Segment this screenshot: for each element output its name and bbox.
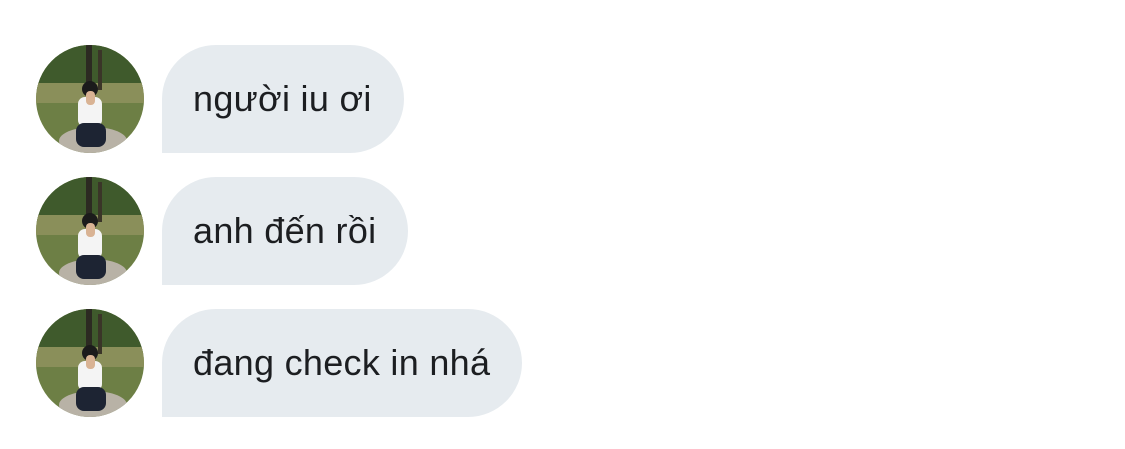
message-bubble[interactable]: anh đến rồi	[162, 177, 409, 285]
avatar[interactable]	[36, 309, 144, 417]
avatar-photo-icon	[36, 177, 144, 285]
message-text: anh đến rồi	[193, 210, 377, 251]
message-row: anh đến rồi	[36, 177, 409, 285]
message-text: đang check in nhá	[193, 342, 491, 383]
avatar-photo-icon	[36, 45, 144, 153]
message-bubble[interactable]: đang check in nhá	[162, 309, 523, 417]
message-bubble[interactable]: người iu ơi	[162, 45, 404, 153]
message-row: người iu ơi	[36, 45, 404, 153]
avatar[interactable]	[36, 45, 144, 153]
message-text: người iu ơi	[193, 78, 372, 119]
avatar-photo-icon	[36, 309, 144, 417]
avatar[interactable]	[36, 177, 144, 285]
message-row: đang check in nhá	[36, 309, 523, 417]
